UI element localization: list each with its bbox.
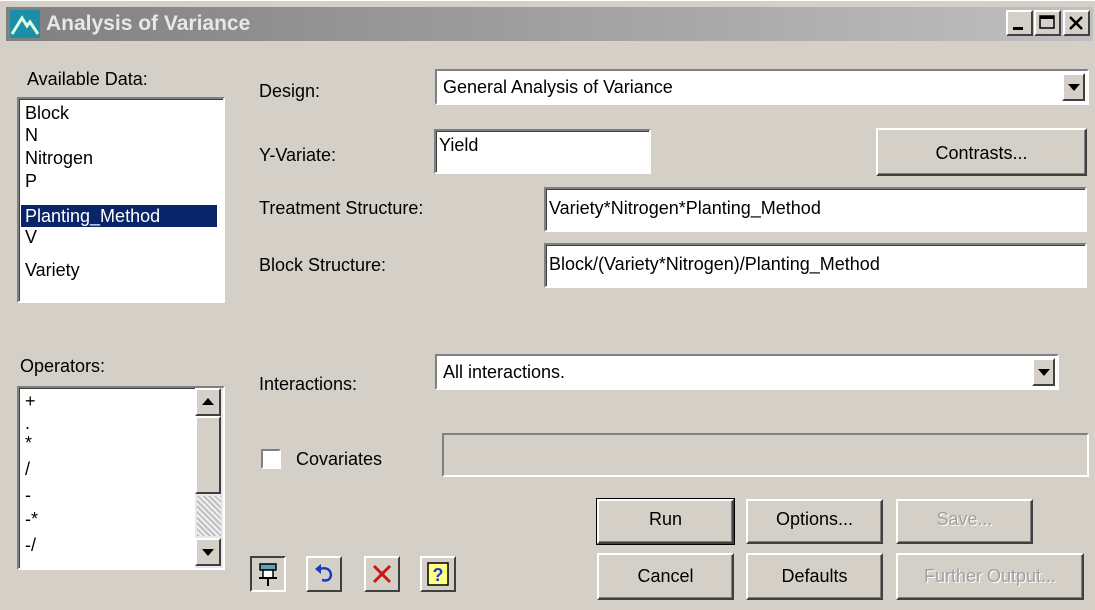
- list-item[interactable]: N: [21, 124, 42, 146]
- treatment-structure-label: Treatment Structure:: [259, 198, 424, 218]
- scroll-track[interactable]: [197, 496, 221, 536]
- further-output-button-label: Further Output...: [923, 566, 1057, 586]
- block-structure-label: Block Structure:: [259, 255, 387, 275]
- help-icon: ?: [427, 562, 449, 586]
- list-item[interactable]: +: [21, 390, 40, 412]
- available-data-label: Available Data:: [27, 69, 148, 89]
- contrasts-button-label: Contrasts...: [935, 143, 1028, 163]
- clear-button[interactable]: [364, 556, 400, 592]
- design-dropdown-button[interactable]: [1062, 73, 1085, 101]
- options-button[interactable]: Options...: [746, 499, 883, 544]
- operators-label: Operators:: [20, 356, 106, 376]
- scroll-up-button[interactable]: [195, 388, 221, 416]
- svg-text:?: ?: [433, 565, 444, 585]
- app-icon: [10, 10, 40, 38]
- y-variate-input[interactable]: Yield: [434, 129, 651, 174]
- cancel-button-label: Cancel: [637, 566, 694, 586]
- block-structure-value: Block/(Variety*Nitrogen)/Planting_Method: [549, 254, 880, 274]
- save-button-label: Save...: [936, 509, 993, 529]
- y-variate-value: Yield: [439, 135, 479, 155]
- options-button-label: Options...: [775, 509, 854, 529]
- undo-button[interactable]: [306, 556, 342, 592]
- covariates-checkbox[interactable]: [261, 449, 281, 469]
- available-data-list[interactable]: Block N Nitrogen P Planting_Method V Var…: [17, 97, 225, 303]
- list-item[interactable]: -/: [21, 534, 40, 556]
- close-button[interactable]: [1063, 10, 1090, 36]
- list-item[interactable]: *: [21, 432, 36, 454]
- minimize-button[interactable]: [1006, 10, 1033, 36]
- run-button[interactable]: Run: [596, 498, 735, 545]
- list-item[interactable]: V: [21, 226, 41, 248]
- chevron-down-icon: [1067, 84, 1080, 91]
- treatment-structure-input[interactable]: Variety*Nitrogen*Planting_Method: [544, 187, 1087, 232]
- title-bar[interactable]: Analysis of Variance: [6, 7, 1093, 41]
- covariates-input[interactable]: [442, 433, 1089, 477]
- contrasts-button[interactable]: Contrasts...: [876, 128, 1087, 176]
- list-item[interactable]: Nitrogen: [21, 147, 97, 169]
- interactions-label: Interactions:: [259, 374, 358, 394]
- block-structure-input[interactable]: Block/(Variety*Nitrogen)/Planting_Method: [544, 243, 1087, 288]
- pin-icon: [259, 563, 277, 586]
- help-button[interactable]: ?: [420, 556, 456, 592]
- design-value: General Analysis of Variance: [443, 77, 673, 97]
- scroll-thumb[interactable]: [195, 416, 221, 494]
- save-button[interactable]: Save...: [896, 499, 1033, 544]
- scroll-down-button[interactable]: [195, 538, 221, 566]
- y-variate-label: Y-Variate:: [259, 145, 337, 165]
- anova-dialog: Analysis of Variance Available Data: Blo…: [0, 0, 1095, 610]
- operators-scrollbar[interactable]: [195, 388, 223, 568]
- covariates-label[interactable]: Covariates: [296, 449, 382, 470]
- defaults-button[interactable]: Defaults: [746, 553, 883, 600]
- design-dropdown[interactable]: General Analysis of Variance: [435, 69, 1089, 105]
- list-item[interactable]: -*: [21, 508, 42, 530]
- window-title: Analysis of Variance: [46, 12, 251, 35]
- list-item[interactable]: /: [21, 458, 34, 480]
- chevron-down-icon: [1037, 369, 1050, 376]
- undo-icon: [315, 564, 333, 582]
- list-item[interactable]: Block: [21, 102, 73, 124]
- interactions-dropdown-button[interactable]: [1032, 358, 1055, 386]
- list-item[interactable]: P: [21, 170, 41, 192]
- operators-list[interactable]: + . * / - -* -/: [17, 386, 225, 570]
- list-item[interactable]: -: [21, 484, 35, 506]
- list-item-selected[interactable]: Planting_Method: [21, 205, 217, 227]
- cancel-button[interactable]: Cancel: [597, 553, 734, 600]
- further-output-button[interactable]: Further Output...: [896, 553, 1084, 600]
- pin-button[interactable]: [250, 556, 286, 592]
- run-button-label: Run: [648, 509, 683, 529]
- list-item[interactable]: .: [21, 412, 34, 434]
- interactions-value: All interactions.: [443, 362, 566, 382]
- maximize-button[interactable]: [1034, 10, 1061, 36]
- treatment-structure-value: Variety*Nitrogen*Planting_Method: [549, 198, 821, 218]
- list-item[interactable]: Variety: [21, 259, 84, 281]
- interactions-dropdown[interactable]: All interactions.: [435, 354, 1059, 390]
- clear-icon: [372, 564, 392, 584]
- defaults-button-label: Defaults: [781, 566, 848, 586]
- design-label: Design:: [259, 81, 321, 101]
